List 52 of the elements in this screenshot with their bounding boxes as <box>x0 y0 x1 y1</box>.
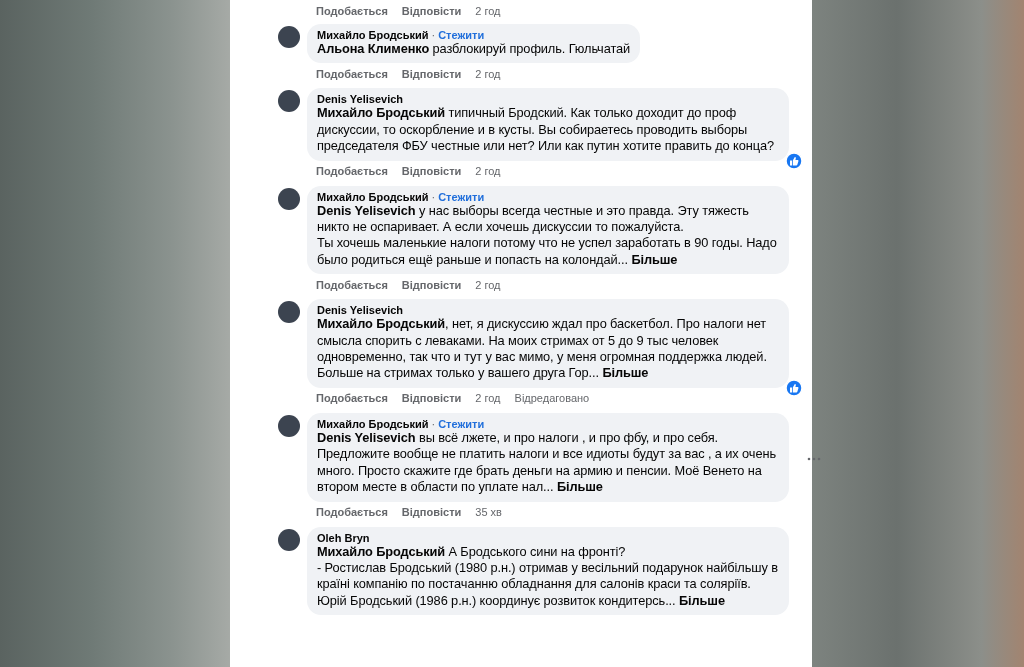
comment-text: Михайло Бродський типичный Бродский. Как только доходит до проф дискуссии, то оскорбление и в кусты. Вы собираетесь проводить выборы председателя ФБУ честные или нет? Или как путин хотите править до конца? <box>317 105 775 155</box>
reply-link[interactable]: Відповісти <box>401 67 462 80</box>
like-reaction-icon[interactable] <box>785 151 803 170</box>
avatar[interactable] <box>278 26 300 48</box>
more-link[interactable]: Більше <box>631 251 678 267</box>
like-link[interactable]: Подобається <box>316 4 388 17</box>
like-link[interactable]: Подобається <box>316 278 388 291</box>
like-reaction-icon[interactable] <box>785 378 803 397</box>
author-name[interactable]: Михайло Бродський <box>317 190 429 203</box>
reply-link[interactable]: Відповісти <box>401 392 462 405</box>
follow-link[interactable]: Стежити <box>438 29 485 41</box>
reply-link[interactable]: Відповісти <box>401 278 462 291</box>
more-link[interactable]: Більше <box>679 592 725 608</box>
comment-text: - Ростислав Бродський (1980 р.н.) отримав у весільний подарунок найбільшу в країні компанію по постачанню обладнання для салонів краси та соляріїв. <box>317 559 779 593</box>
edited-label: Відредаговано <box>514 392 590 405</box>
author-name[interactable]: Михайло Бродський <box>317 29 429 41</box>
comment-text: Ты хочешь маленькие налоги потому что не успел заработать в 90 годы. Надо было родиться ещё раньше и попасть на колондай... Більше <box>317 235 778 269</box>
avatar[interactable] <box>278 90 300 113</box>
follow-link[interactable]: Стежити <box>438 417 485 430</box>
more-link[interactable]: Більше <box>556 479 603 495</box>
like-link[interactable]: Подобається <box>316 165 388 178</box>
reply-link[interactable]: Відповісти <box>401 165 462 178</box>
comment-text: Denis Yelisevich вы всё лжете, и про налоги , и про фбу, и про себя. Предложите вообще не платить налоги и все идиоты будут за вас , а их очень много. Просто скажите где брать деньги на армию и пенсии. Моё Венето на втором месте в области по уплате нал... Більше <box>317 429 777 496</box>
comment-time: 2 год <box>475 278 501 291</box>
reply-link[interactable]: Відповісти <box>401 506 462 518</box>
comment-time: 2 год <box>475 392 501 405</box>
avatar[interactable] <box>278 187 300 210</box>
avatar[interactable] <box>278 528 300 551</box>
reply-link[interactable]: Відповісти <box>401 4 462 17</box>
avatar[interactable] <box>278 414 300 437</box>
separator-dot: · <box>431 190 436 203</box>
comment-text: Denis Yelisevich у нас выборы всегда честные и это правда. Эту тяжесть никто не оспаривает. А если хочешь дискуссии то пожалуйста. <box>317 202 750 236</box>
comment-time: 2 год <box>475 67 501 80</box>
comment-text: Михайло Бродський А Бродського сини на фронті? <box>317 543 627 560</box>
more-link[interactable]: Більше <box>602 365 649 381</box>
like-link[interactable]: Подобається <box>316 392 388 405</box>
like-link[interactable]: Подобається <box>316 506 388 518</box>
author-name[interactable]: Михайло Бродський <box>317 417 429 430</box>
comment-text: Альона Клименко разблокируй профиль. Гюльчатай <box>317 41 631 58</box>
comment-time: 2 год <box>475 165 501 178</box>
author-name[interactable]: Denis Yelisevich <box>317 93 404 106</box>
comment-time: 2 год <box>475 4 501 17</box>
comment-text: Юрій Бродський (1986 р.н.) координує розвиток кондитерсь... Більше <box>317 592 726 610</box>
follow-link[interactable]: Стежити <box>438 190 485 203</box>
comment-text: Михайло Бродський, нет, я дискуссию ждал про баскетбол. Про налоги нет смысла спорить с леваками. На моих стримах от 5 до 9 тыс человек одновременно, так что и тут у вас мимо, у меня огромная поддержка людей. Больше на стримах только у вашего друга Гор... Більше <box>317 316 768 382</box>
like-link[interactable]: Подобається <box>316 67 388 80</box>
avatar[interactable] <box>278 301 300 324</box>
separator-dot: · <box>431 417 436 430</box>
author-name[interactable]: Denis Yelisevich <box>317 304 404 317</box>
separator-dot: · <box>431 29 436 41</box>
comment-time: 35 хв <box>475 506 502 518</box>
author-name[interactable]: Oleh Bryn <box>317 531 370 544</box>
